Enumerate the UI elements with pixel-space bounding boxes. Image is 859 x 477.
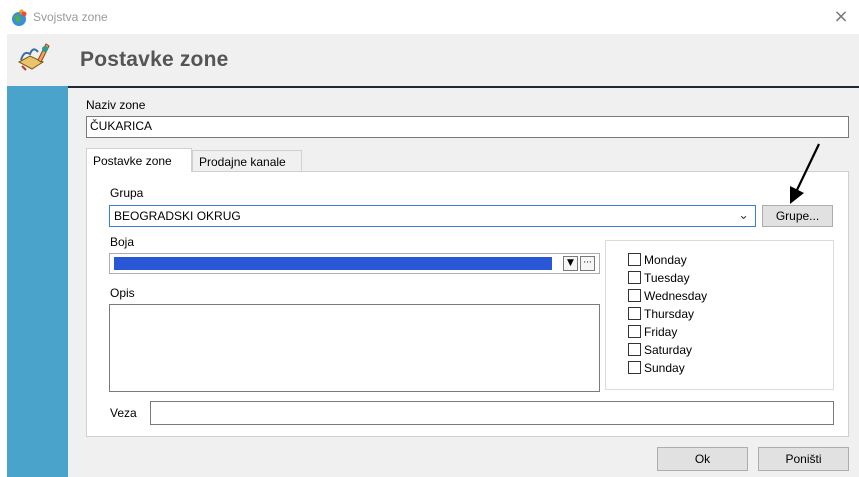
group-label: Grupa xyxy=(110,186,144,200)
sidebar-strip xyxy=(7,34,68,477)
app-globe-icon xyxy=(12,9,27,26)
ok-button[interactable]: Ok xyxy=(657,447,748,471)
wednesday-checkbox[interactable] xyxy=(628,289,641,303)
monday-checkbox[interactable] xyxy=(628,253,641,267)
day-thursday[interactable]: Thursday xyxy=(628,306,694,324)
color-select[interactable]: ▼ ··· xyxy=(109,253,600,274)
veza-label: Veza xyxy=(110,406,137,420)
annotation-arrow-icon xyxy=(790,143,820,204)
tab-prodajne-kanale-label: Prodajne kanale xyxy=(199,155,286,169)
description-textarea[interactable] xyxy=(109,304,600,392)
group-select[interactable]: BEOGRADSKI OKRUG ⌄ xyxy=(109,205,756,227)
thursday-label: Thursday xyxy=(644,306,695,321)
zone-edit-icon xyxy=(17,43,50,71)
color-swatch xyxy=(114,257,552,270)
cancel-button-label: Poništi xyxy=(785,452,822,466)
title-bar: Svojstva zone × xyxy=(0,0,859,34)
wednesday-label: Wednesday xyxy=(644,288,708,303)
monday-label: Monday xyxy=(644,252,687,267)
description-label: Opis xyxy=(110,286,135,300)
page-title: Postavke zone xyxy=(80,48,229,71)
days-group: Monday Tuesday Wednesday Thursday Friday… xyxy=(605,240,834,390)
day-saturday[interactable]: Saturday xyxy=(628,342,692,360)
color-label: Boja xyxy=(110,235,135,249)
sunday-label: Sunday xyxy=(644,360,685,375)
cancel-button[interactable]: Poništi xyxy=(758,447,849,471)
zone-name-input[interactable]: ČUKARICA xyxy=(86,116,849,138)
tab-postavke-zone[interactable]: Postavke zone xyxy=(86,148,192,172)
zone-name-value: ČUKARICA xyxy=(90,119,153,133)
friday-label: Friday xyxy=(644,324,678,339)
day-tuesday[interactable]: Tuesday xyxy=(628,270,690,288)
window-title: Svojstva zone xyxy=(33,10,108,24)
zone-name-label: Naziv zone xyxy=(86,98,146,112)
groups-button[interactable]: Grupe... xyxy=(762,205,833,227)
saturday-label: Saturday xyxy=(644,342,693,357)
tuesday-checkbox[interactable] xyxy=(628,271,641,285)
page-header: Postavke zone xyxy=(68,34,859,88)
friday-checkbox[interactable] xyxy=(628,325,641,339)
thursday-checkbox[interactable] xyxy=(628,307,641,321)
color-more-button[interactable]: ··· xyxy=(580,256,595,271)
day-monday[interactable]: Monday xyxy=(628,252,687,270)
tab-postavke-zone-label: Postavke zone xyxy=(93,154,172,168)
color-dropdown-button[interactable]: ▼ xyxy=(563,256,578,271)
close-button[interactable]: × xyxy=(830,6,852,28)
group-value: BEOGRADSKI OKRUG xyxy=(114,209,241,223)
veza-input[interactable] xyxy=(150,401,834,425)
groups-button-label: Grupe... xyxy=(775,209,820,223)
tuesday-label: Tuesday xyxy=(644,270,690,285)
ellipsis-icon: ··· xyxy=(583,258,592,268)
tab-prodajne-kanale[interactable]: Prodajne kanale xyxy=(192,150,302,172)
close-icon: × xyxy=(833,6,849,27)
sunday-checkbox[interactable] xyxy=(628,361,641,375)
saturday-checkbox[interactable] xyxy=(628,343,641,357)
day-friday[interactable]: Friday xyxy=(628,324,677,342)
ok-button-label: Ok xyxy=(694,452,711,466)
dropdown-arrow-icon: ▼ xyxy=(567,258,574,268)
day-sunday[interactable]: Sunday xyxy=(628,360,685,378)
chevron-down-icon: ⌄ xyxy=(738,208,749,223)
day-wednesday[interactable]: Wednesday xyxy=(628,288,707,306)
